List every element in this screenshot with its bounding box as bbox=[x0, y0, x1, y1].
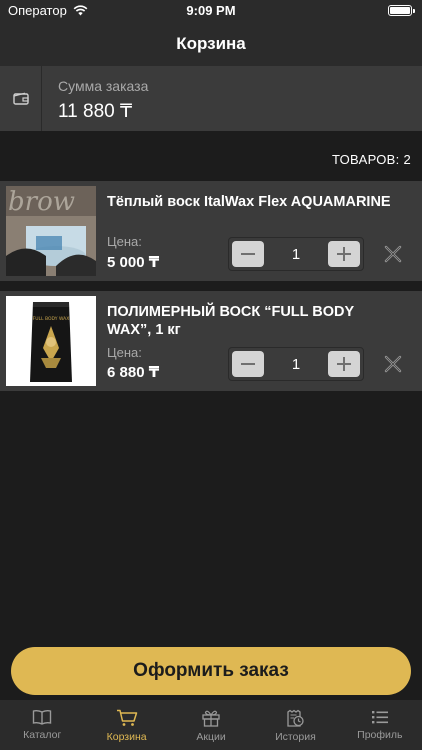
price-label: Цена: bbox=[107, 345, 142, 360]
sum-text: Сумма заказа 11 880 ₸ bbox=[42, 66, 148, 131]
items-count: ТОВАРОВ: 2 bbox=[331, 152, 411, 167]
decrease-quantity-button[interactable] bbox=[232, 351, 264, 377]
plus-icon bbox=[337, 357, 351, 371]
status-time: 9:09 PM bbox=[186, 3, 236, 18]
tab-promotions[interactable]: Акции bbox=[169, 700, 253, 750]
tab-label: Профиль bbox=[357, 729, 403, 741]
price-value: 5 000 ₸ bbox=[107, 254, 160, 271]
tab-cart[interactable]: Корзина bbox=[84, 700, 168, 750]
item-title: ПОЛИМЕРНЫЙ ВОСК “FULL BODY WAX”, 1 кг bbox=[107, 304, 354, 338]
checkout-button[interactable]: Оформить заказ bbox=[11, 647, 411, 695]
order-sum-label: Сумма заказа bbox=[58, 78, 149, 94]
cart-item[interactable]: FULL BODY WAX ПОЛИМЕРНЫЙ ВОСК “FULL BODY… bbox=[0, 291, 422, 391]
svg-text:brow: brow bbox=[8, 187, 75, 217]
order-sum-value: 11 880 ₸ bbox=[58, 101, 133, 122]
checkout-label: Оформить заказ bbox=[133, 660, 289, 681]
minus-icon bbox=[241, 253, 255, 255]
nav-header: Корзина bbox=[0, 22, 422, 66]
product-image[interactable]: brow bbox=[6, 186, 96, 276]
tab-label: История bbox=[275, 731, 316, 743]
price-label: Цена: bbox=[107, 234, 142, 249]
status-bar: Оператор 9:09 PM bbox=[0, 0, 422, 22]
remove-item-button[interactable] bbox=[383, 244, 403, 264]
cart-item[interactable]: brow Тёплый воск ItalWax Flex AQUAMARINE… bbox=[0, 181, 422, 281]
wallet-icon bbox=[12, 92, 29, 105]
decrease-quantity-button[interactable] bbox=[232, 241, 264, 267]
svg-text:FULL BODY WAX: FULL BODY WAX bbox=[33, 316, 70, 322]
quantity-stepper: 1 bbox=[228, 237, 364, 271]
wallet-cell bbox=[0, 66, 42, 131]
quantity-value: 1 bbox=[291, 246, 301, 263]
cart-icon bbox=[116, 709, 137, 726]
tab-label: Корзина bbox=[106, 731, 147, 743]
item-title: Тёплый воск ItalWax Flex AQUAMARINE bbox=[107, 194, 391, 210]
battery-icon bbox=[388, 5, 415, 16]
quantity-value: 1 bbox=[291, 356, 301, 373]
plus-icon bbox=[337, 247, 351, 261]
tab-label: Акции bbox=[196, 731, 226, 743]
increase-quantity-button[interactable] bbox=[328, 351, 360, 377]
history-icon bbox=[287, 709, 305, 727]
tab-history[interactable]: История bbox=[253, 700, 337, 750]
tab-label: Каталог bbox=[23, 729, 62, 741]
price-value: 6 880 ₸ bbox=[107, 364, 160, 381]
product-image[interactable]: FULL BODY WAX bbox=[6, 296, 96, 386]
page-title: Корзина bbox=[176, 34, 246, 53]
remove-icon bbox=[384, 355, 402, 373]
minus-icon bbox=[241, 363, 255, 365]
order-sum-block: Сумма заказа 11 880 ₸ bbox=[0, 66, 422, 131]
remove-item-button[interactable] bbox=[383, 354, 403, 374]
remove-icon bbox=[384, 245, 402, 263]
list-icon bbox=[371, 711, 388, 724]
increase-quantity-button[interactable] bbox=[328, 241, 360, 267]
gift-icon bbox=[202, 710, 220, 727]
tab-catalog[interactable]: Каталог bbox=[0, 700, 84, 750]
tab-bar: Каталог Корзина Акции История Профиль bbox=[0, 700, 422, 750]
quantity-stepper: 1 bbox=[228, 347, 364, 381]
book-icon bbox=[33, 709, 52, 725]
tab-profile[interactable]: Профиль bbox=[338, 700, 422, 750]
